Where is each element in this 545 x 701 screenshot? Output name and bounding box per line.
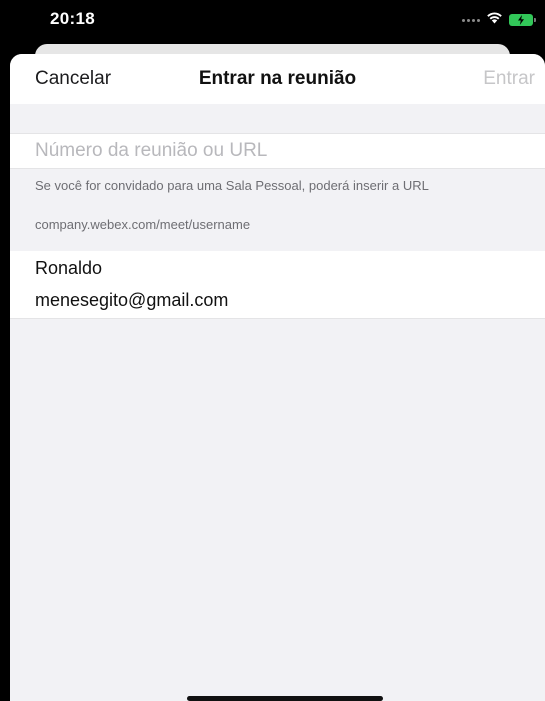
personal-room-help-text: Se você for convidado para uma Sala Pess… <box>35 178 429 193</box>
status-time: 20:18 <box>50 9 95 28</box>
nav-bar: Cancelar Entrar na reunião Entrar <box>10 54 545 104</box>
join-meeting-sheet: Cancelar Entrar na reunião Entrar Se voc… <box>10 54 545 701</box>
display-name-field[interactable]: Ronaldo <box>35 258 102 279</box>
home-indicator[interactable] <box>187 696 383 701</box>
page-title: Entrar na reunião <box>198 68 357 89</box>
signal-dots-icon <box>462 18 480 22</box>
meeting-url-row <box>10 133 545 169</box>
join-meeting-screen: 20:18 Cancelar Entrar na reunião Entrar … <box>0 0 545 701</box>
identity-group: Ronaldo menesegito@gmail.com <box>10 251 545 319</box>
meeting-number-input[interactable] <box>10 134 545 168</box>
status-icons <box>462 11 536 29</box>
status-bar: 20:18 <box>0 0 545 44</box>
section-spacer <box>10 104 545 133</box>
example-url-text: company.webex.com/meet/username <box>35 217 251 232</box>
join-button[interactable]: Entrar <box>483 68 535 90</box>
battery-charging-icon <box>509 14 536 26</box>
wifi-icon <box>486 11 503 29</box>
email-field[interactable]: menesegito@gmail.com <box>35 290 228 311</box>
